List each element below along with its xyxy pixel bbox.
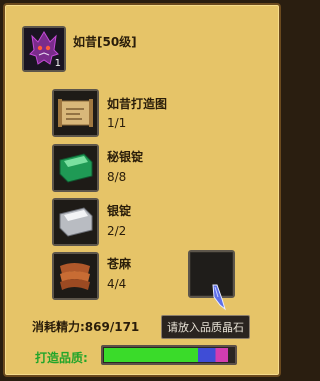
silver-ingot-icon bbox=[54, 200, 97, 244]
crafting-panel: 1 如昔[50级] 如昔打造图 1/1 秘银锭 8/8 银锭 2/2 苍麻 4/… bbox=[3, 3, 281, 377]
item-slot[interactable]: 1 bbox=[22, 26, 66, 72]
ramie-cloth-icon bbox=[54, 254, 97, 298]
quality-bar-fill bbox=[104, 348, 228, 362]
material-count: 8/8 bbox=[107, 170, 127, 184]
material-slot-silver-ingot[interactable] bbox=[52, 198, 99, 246]
quality-bar bbox=[101, 345, 237, 365]
material-count: 1/1 bbox=[107, 116, 127, 130]
material-name: 如昔打造图 bbox=[107, 97, 168, 111]
quality-label: 打造品质: bbox=[35, 351, 88, 365]
material-count: 4/4 bbox=[107, 277, 127, 291]
material-name: 银锭 bbox=[107, 204, 132, 218]
material-slot-ramie[interactable] bbox=[52, 252, 99, 300]
item-title: 如昔[50级] bbox=[73, 35, 137, 49]
material-name: 秘银锭 bbox=[107, 150, 144, 164]
green-ingot-icon bbox=[54, 146, 97, 190]
material-name: 苍麻 bbox=[107, 257, 132, 271]
crystal-cursor-icon bbox=[210, 283, 228, 315]
material-slot-blueprint[interactable] bbox=[52, 89, 99, 137]
blueprint-scroll-icon bbox=[54, 91, 97, 135]
gem-slot-tooltip: 请放入品质晶石 bbox=[161, 315, 250, 339]
material-count: 2/2 bbox=[107, 224, 127, 238]
material-slot-mithril-ingot[interactable] bbox=[52, 144, 99, 192]
energy-cost: 消耗精力:869/171 bbox=[32, 320, 140, 334]
item-count: 1 bbox=[54, 58, 61, 69]
